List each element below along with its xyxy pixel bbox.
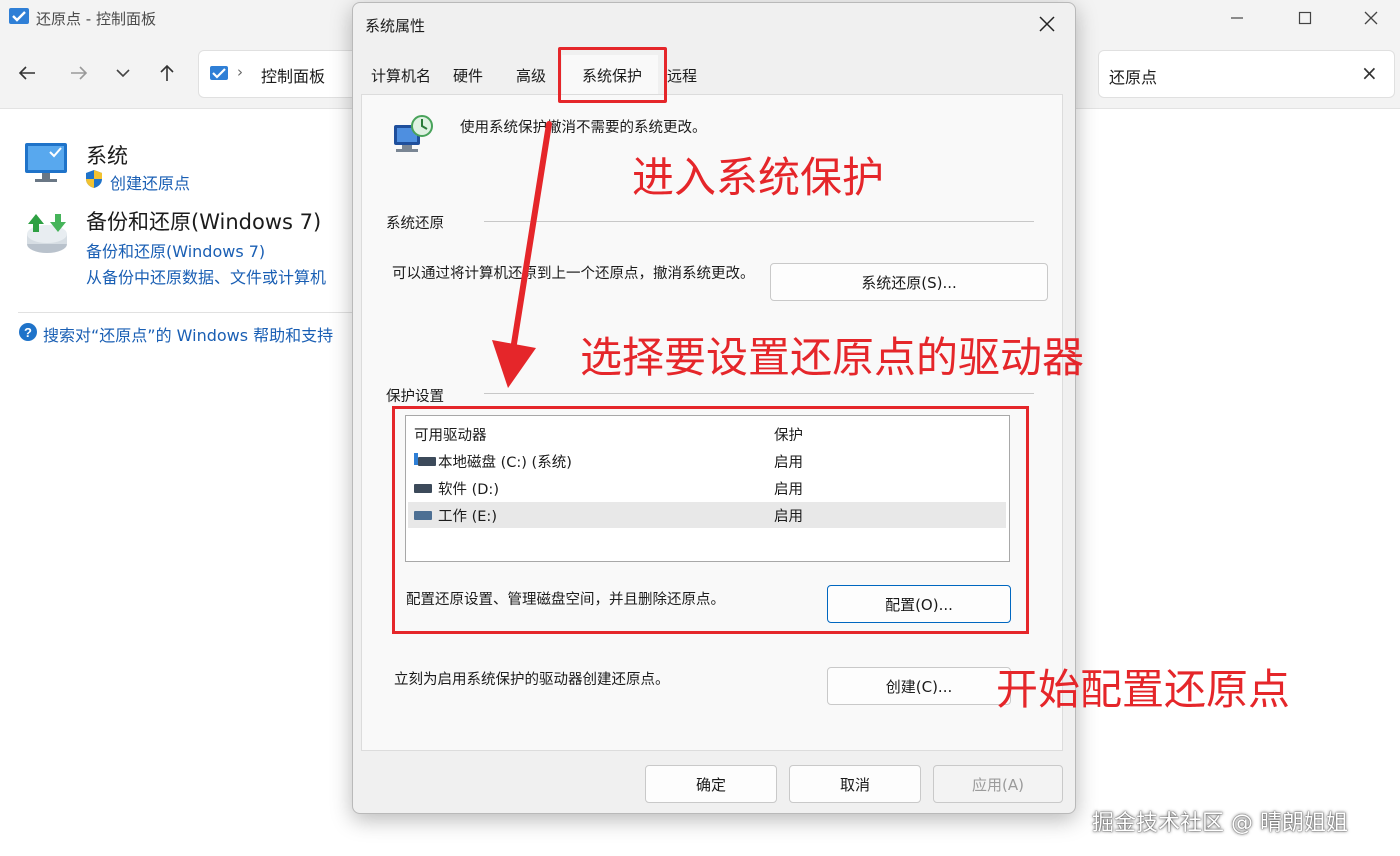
tab-remote[interactable]: 远程	[667, 65, 697, 86]
chevron-down-icon	[116, 69, 130, 78]
annotation-step1: 进入系统保护	[632, 153, 885, 202]
result-backup-title[interactable]: 备份和还原(Windows 7)	[86, 206, 321, 236]
annotation-step3: 开始配置还原点	[996, 665, 1291, 714]
window-title: 还原点 - 控制面板	[36, 10, 156, 28]
create-description: 立刻为启用系统保护的驱动器创建还原点。	[394, 672, 670, 688]
forward-button[interactable]	[62, 58, 96, 88]
arrow-right-icon	[71, 66, 88, 80]
annotation-step2: 选择要设置还原点的驱动器	[580, 333, 1085, 382]
backup-restore-icon	[27, 214, 67, 253]
search-box[interactable]: 还原点 ×	[1098, 50, 1395, 98]
highlight-tab-box	[558, 47, 667, 103]
restore-description: 可以通过将计算机还原到上一个还原点，撤消系统更改。	[392, 266, 755, 282]
divider	[18, 312, 358, 313]
tab-advanced[interactable]: 高级	[516, 65, 546, 86]
backup-restore-link[interactable]: 备份和还原(Windows 7)	[86, 238, 265, 262]
breadcrumb[interactable]: 控制面板	[261, 63, 325, 87]
system-protection-icon	[394, 115, 433, 152]
help-icon: ?	[19, 323, 37, 341]
annotation-arrow-icon	[492, 121, 552, 388]
protection-section-heading: 保护设置	[386, 389, 444, 405]
minimize-button[interactable]	[1214, 2, 1260, 34]
up-button[interactable]	[150, 58, 184, 88]
highlight-protection-box	[392, 406, 1029, 634]
address-bar[interactable]: › 控制面板	[198, 50, 362, 98]
maximize-button[interactable]	[1282, 2, 1328, 34]
breadcrumb-separator-icon: ›	[237, 63, 243, 81]
system-restore-button[interactable]: 系统还原(S)...	[770, 263, 1048, 301]
control-panel-icon	[210, 66, 228, 80]
minimize-icon	[1231, 17, 1243, 19]
close-icon	[1039, 16, 1055, 32]
close-icon	[1364, 11, 1378, 25]
restore-from-backup-link[interactable]: 从备份中还原数据、文件或计算机	[86, 264, 351, 288]
monitor-icon	[25, 143, 67, 182]
svg-text:?: ?	[24, 325, 32, 340]
clear-search-icon[interactable]: ×	[1361, 61, 1378, 85]
create-restore-point-link[interactable]: 创建还原点	[110, 170, 190, 194]
arrow-left-icon	[18, 66, 35, 80]
tab-computer-name[interactable]: 计算机名	[371, 65, 431, 86]
uac-shield-icon	[86, 170, 102, 188]
search-input[interactable]: 还原点	[1109, 64, 1157, 88]
create-button[interactable]: 创建(C)...	[827, 667, 1011, 705]
close-window-button[interactable]	[1348, 2, 1394, 34]
maximize-icon	[1298, 11, 1312, 25]
restore-section-heading: 系统还原	[386, 216, 444, 232]
dialog-title: 系统属性	[365, 17, 426, 35]
control-panel-icon	[9, 8, 29, 24]
back-button[interactable]	[10, 58, 44, 88]
arrow-up-icon	[160, 64, 174, 81]
recent-locations-button[interactable]	[106, 58, 140, 88]
tab-hardware[interactable]: 硬件	[453, 65, 483, 86]
ok-button[interactable]: 确定	[645, 765, 777, 803]
apply-button[interactable]: 应用(A)	[933, 765, 1063, 803]
watermark: 掘金技术社区 @ 晴朗姐姐	[1092, 811, 1348, 836]
windows-help-link[interactable]: 搜索对“还原点”的 Windows 帮助和支持	[43, 322, 353, 346]
result-system-title[interactable]: 系统	[86, 140, 128, 170]
cancel-button[interactable]: 取消	[789, 765, 921, 803]
close-dialog-button[interactable]	[1039, 13, 1055, 38]
